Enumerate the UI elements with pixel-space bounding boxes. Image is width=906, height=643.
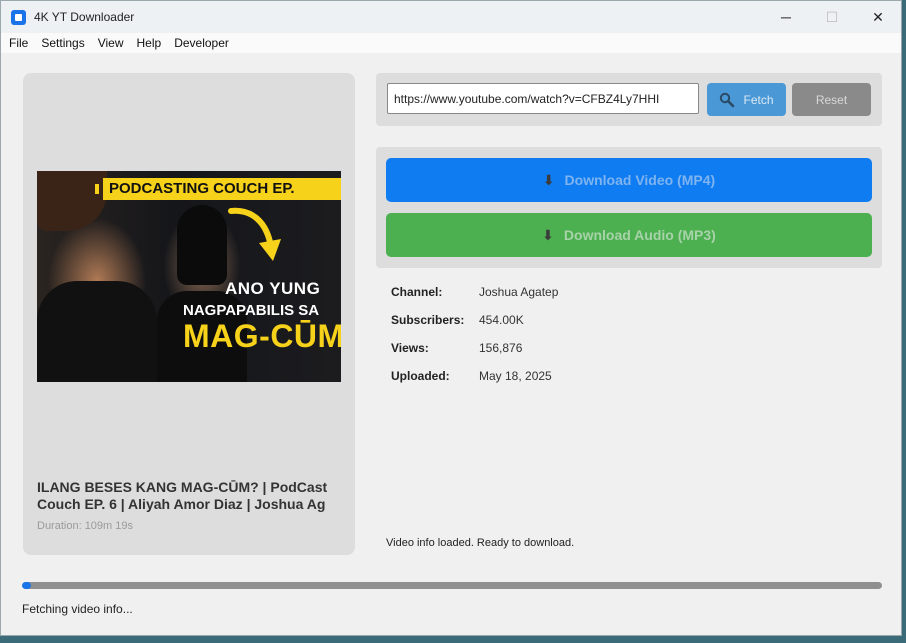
video-info: Channel: Joshua Agatep Subscribers: 454.…: [391, 285, 558, 397]
window-controls: ─ ☐ ✕: [763, 1, 901, 33]
reset-button[interactable]: Reset: [792, 83, 871, 116]
menu-settings[interactable]: Settings: [41, 36, 84, 50]
reset-label: Reset: [815, 92, 848, 107]
info-row-channel: Channel: Joshua Agatep: [391, 285, 559, 299]
url-panel: Fetch Reset: [376, 73, 882, 126]
download-panel: ⬇ Download Video (MP4) ⬇ Download Audio …: [376, 147, 882, 268]
thumbnail-line-1: ANO YUNG: [225, 279, 321, 298]
menu-help[interactable]: Help: [137, 36, 162, 50]
app-icon: [11, 9, 26, 25]
info-row-uploaded: Uploaded: May 18, 2025: [391, 369, 552, 383]
thumbnail-line-3: MAG-CŪM: [183, 318, 341, 354]
video-preview-panel: PODCASTING COUCH EP. ANO YUNG NAGPAPABIL…: [23, 73, 355, 555]
bottom-status: Fetching video info...: [22, 602, 133, 616]
menu-file[interactable]: File: [9, 36, 28, 50]
thumbnail-banner: PODCASTING COUCH EP.: [95, 178, 341, 200]
window-title: 4K YT Downloader: [34, 10, 135, 24]
search-icon: [720, 92, 735, 107]
download-icon: ⬇: [542, 171, 555, 188]
download-audio-label: Download Audio (MP3): [563, 227, 716, 243]
app-window: 4K YT Downloader ─ ☐ ✕ File Settings Vie…: [0, 0, 902, 636]
info-row-subscribers: Subscribers: 454.00K: [391, 313, 524, 327]
download-icon: ⬇: [542, 226, 554, 243]
thumbnail-line-2: NAGPAPABILIS SA: [183, 302, 320, 319]
download-video-label: Download Video (MP4): [564, 172, 716, 188]
menu-developer[interactable]: Developer: [174, 36, 229, 50]
progress-fill: [22, 582, 31, 589]
menu-bar: File Settings View Help Developer: [1, 33, 901, 53]
info-row-views: Views: 156,876: [391, 341, 523, 355]
video-thumbnail: PODCASTING COUCH EP. ANO YUNG NAGPAPABIL…: [37, 171, 341, 382]
fetch-button[interactable]: Fetch: [707, 83, 786, 116]
video-title: ILANG BESES KANG MAG-CŪM? | PodCast Couc…: [37, 479, 328, 512]
maximize-button[interactable]: ☐: [809, 1, 855, 33]
download-audio-button[interactable]: ⬇ Download Audio (MP3): [386, 213, 872, 257]
video-duration: Duration: 109m 19s: [37, 520, 133, 532]
title-bar: 4K YT Downloader ─ ☐ ✕: [1, 1, 901, 33]
status-message: Video info loaded. Ready to download.: [386, 537, 575, 549]
menu-view[interactable]: View: [98, 36, 124, 50]
download-video-button[interactable]: ⬇ Download Video (MP4): [386, 158, 872, 202]
thumbnail-arrow-icon: [228, 207, 281, 261]
url-input[interactable]: [387, 83, 699, 114]
minimize-button[interactable]: ─: [763, 1, 809, 33]
close-button[interactable]: ✕: [855, 1, 901, 33]
fetch-label: Fetch: [743, 92, 774, 107]
progress-bar: [22, 582, 882, 589]
